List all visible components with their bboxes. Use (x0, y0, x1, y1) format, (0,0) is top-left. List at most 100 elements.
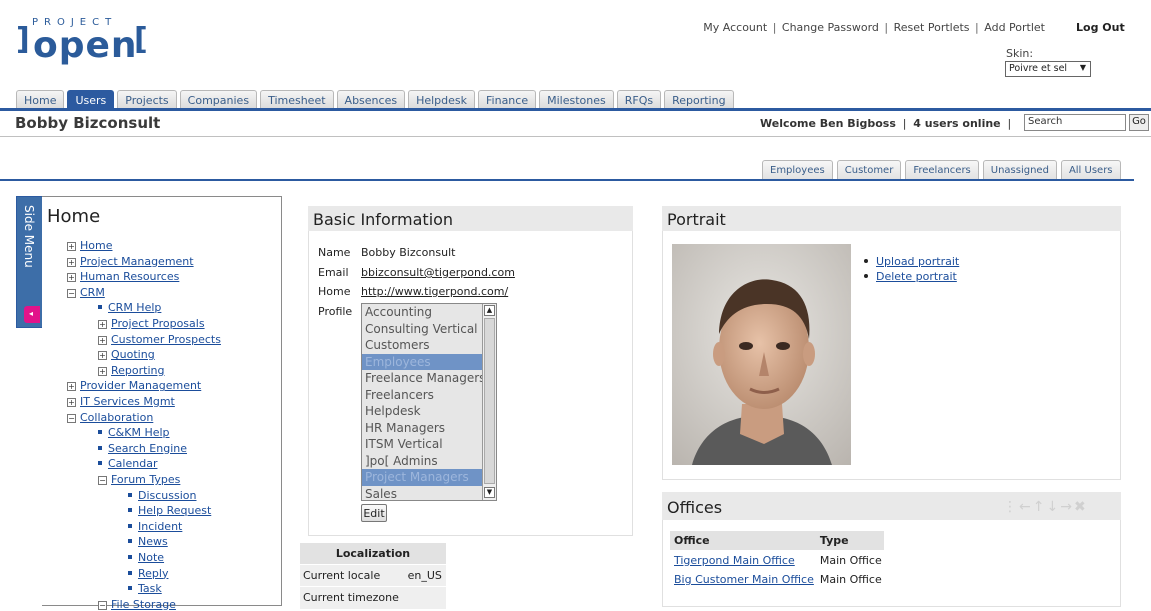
expand-icon[interactable]: + (98, 335, 107, 345)
side-menu-link[interactable]: IT Services Mgmt (80, 395, 175, 408)
side-menu-link[interactable]: Project Management (80, 255, 194, 268)
user-tab-freelancers[interactable]: Freelancers (905, 160, 979, 179)
profile-option[interactable]: ITSM Vertical (362, 436, 496, 453)
left-arrow-icon[interactable]: ← (1019, 499, 1033, 515)
up-arrow-icon[interactable]: ↑ (1033, 499, 1047, 515)
expand-icon[interactable]: + (67, 273, 76, 283)
search-input[interactable]: Search (1024, 114, 1126, 131)
side-menu-link[interactable]: Note (138, 551, 164, 564)
office-link[interactable]: Tigerpond Main Office (674, 554, 795, 567)
profile-scrollbar[interactable]: ▲ ▼ (482, 304, 496, 500)
my-account-link[interactable]: My Account (703, 21, 767, 34)
portlet-controls: ⋮←↑↓→✖ (1003, 499, 1088, 515)
scroll-down-icon[interactable]: ▼ (484, 487, 495, 498)
tab-helpdesk[interactable]: Helpdesk (408, 90, 476, 108)
profile-option[interactable]: Customers (362, 337, 496, 354)
profile-option[interactable]: Consulting Vertical (362, 321, 496, 338)
profile-option[interactable]: Sales (362, 486, 496, 501)
side-menu-link[interactable]: File Storage (111, 598, 176, 611)
right-arrow-icon[interactable]: → (1060, 499, 1074, 515)
side-menu-link[interactable]: Task (138, 582, 162, 595)
side-menu-link[interactable]: Collaboration (80, 411, 153, 424)
header-links: My Account | Change Password | Reset Por… (703, 21, 1045, 34)
tab-milestones[interactable]: Milestones (539, 90, 614, 108)
side-menu-link[interactable]: CRM Help (108, 301, 161, 314)
profile-option[interactable]: Freelance Managers (362, 370, 496, 387)
user-tab-unassigned[interactable]: Unassigned (982, 160, 1057, 179)
collapse-icon[interactable]: − (98, 476, 107, 485)
user-tab-employees[interactable]: Employees (762, 160, 833, 179)
expand-icon[interactable]: + (67, 257, 76, 267)
profile-option[interactable]: HR Managers (362, 420, 496, 437)
add-portlet-link[interactable]: Add Portlet (984, 21, 1045, 34)
email-link[interactable]: bbizconsult@tigerpond.com (361, 266, 515, 279)
collapse-icon[interactable]: − (98, 600, 107, 610)
close-icon[interactable]: ✖ (1074, 499, 1088, 515)
side-menu-link[interactable]: Project Proposals (111, 317, 205, 330)
scroll-up-icon[interactable]: ▲ (484, 305, 495, 316)
side-menu-link[interactable]: Reporting (111, 364, 164, 377)
tab-projects[interactable]: Projects (117, 90, 177, 108)
side-menu-link[interactable]: Provider Management (80, 379, 201, 392)
change-password-link[interactable]: Change Password (782, 21, 879, 34)
side-menu-link[interactable]: News (138, 535, 168, 548)
locale-label: Current locale (300, 564, 405, 587)
bullet-icon (128, 555, 132, 559)
tab-finance[interactable]: Finance (478, 90, 537, 108)
side-menu-link[interactable]: Reply (138, 567, 168, 580)
expand-icon[interactable]: + (67, 382, 76, 392)
user-tab-all-users[interactable]: All Users (1060, 160, 1121, 179)
profile-option[interactable]: Helpdesk (362, 403, 496, 420)
office-link[interactable]: Big Customer Main Office (674, 573, 814, 586)
down-arrow-icon[interactable]: ↓ (1046, 499, 1060, 515)
search-go-button[interactable]: Go (1129, 114, 1149, 131)
tab-home[interactable]: Home (16, 90, 65, 108)
upload-portrait-link[interactable]: Upload portrait (876, 255, 959, 268)
side-menu-link[interactable]: Search Engine (108, 442, 187, 455)
expand-icon[interactable]: + (98, 320, 107, 329)
reset-portlets-link[interactable]: Reset Portlets (894, 21, 970, 34)
profile-option[interactable]: ]po[ Admins (362, 453, 496, 470)
side-menu-link[interactable]: C&KM Help (108, 426, 170, 439)
expand-icon[interactable]: + (67, 242, 76, 251)
side-menu-link[interactable]: Quoting (111, 348, 155, 361)
users-online-link[interactable]: 4 users online (913, 117, 1000, 130)
profile-option[interactable]: Accounting (362, 304, 496, 321)
side-menu-link[interactable]: Help Request (138, 504, 211, 517)
collapse-icon[interactable]: − (67, 288, 76, 298)
profile-multiselect[interactable]: Accounting Consulting Vertical Customers Em… (361, 303, 497, 501)
feedback-badge[interactable]: ◂ (24, 306, 40, 323)
collapse-icon[interactable]: − (67, 413, 76, 423)
scroll-thumb[interactable] (484, 318, 495, 484)
profile-option[interactable]: Employees (362, 353, 496, 370)
localization-title: Localization (300, 543, 446, 565)
tab-rfqs[interactable]: RFQs (616, 90, 662, 108)
timezone-label: Current timezone (300, 586, 405, 609)
user-tab-customer[interactable]: Customer (836, 160, 902, 179)
edit-button[interactable]: Edit (361, 504, 387, 522)
side-menu-link[interactable]: Customer Prospects (111, 333, 221, 346)
expand-icon[interactable]: + (98, 366, 107, 376)
tab-users[interactable]: Users (67, 90, 115, 108)
side-menu-link[interactable]: CRM (80, 286, 105, 299)
tab-timesheet[interactable]: Timesheet (260, 90, 334, 108)
side-menu-link[interactable]: Forum Types (111, 473, 180, 486)
profile-option[interactable]: Freelancers (362, 387, 496, 404)
expand-icon[interactable]: + (98, 351, 107, 361)
side-menu-link[interactable]: Discussion (138, 489, 197, 502)
skin-select[interactable]: Poivre et sel ▼ (1005, 61, 1091, 77)
delete-portrait-link[interactable]: Delete portrait (876, 270, 957, 283)
expand-icon[interactable]: + (67, 398, 76, 407)
profile-option[interactable]: Project Managers (362, 469, 496, 486)
side-menu-link[interactable]: Home (80, 239, 112, 252)
tab-reporting[interactable]: Reporting (664, 90, 734, 108)
side-menu-link[interactable]: Human Resources (80, 270, 179, 283)
side-menu-item: Incident (128, 520, 182, 533)
logout-link[interactable]: Log Out (1076, 21, 1125, 34)
side-menu-link[interactable]: Incident (138, 520, 182, 533)
tab-companies[interactable]: Companies (179, 90, 258, 108)
tab-absences[interactable]: Absences (336, 90, 406, 108)
home-link[interactable]: http://www.tigerpond.com/ (361, 285, 508, 298)
resize-icon[interactable]: ⋮ (1003, 499, 1019, 515)
side-menu-link[interactable]: Calendar (108, 457, 157, 470)
